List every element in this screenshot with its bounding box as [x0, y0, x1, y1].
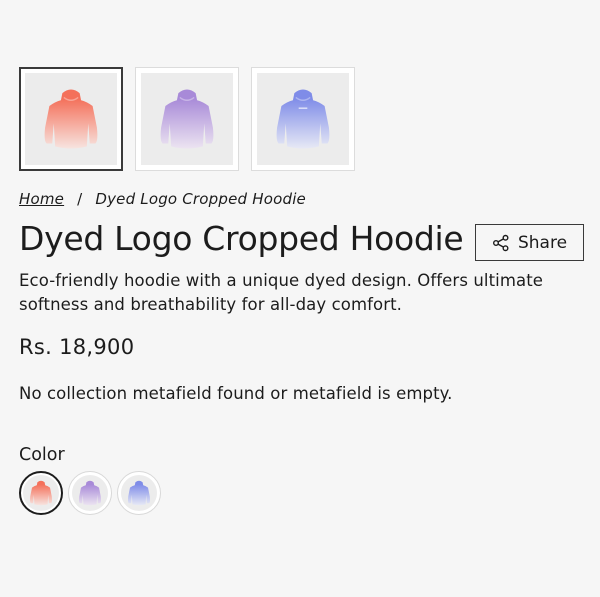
share-icon — [492, 234, 509, 251]
color-swatch-coral[interactable] — [19, 471, 63, 515]
thumbnail-coral[interactable] — [19, 67, 123, 171]
hoodie-swatch-image — [79, 480, 101, 506]
color-swatch-lavender[interactable] — [68, 471, 112, 515]
color-swatch-periwinkle[interactable] — [117, 471, 161, 515]
thumbnail-periwinkle[interactable] — [251, 67, 355, 171]
breadcrumb-current: Dyed Logo Cropped Hoodie — [95, 190, 306, 208]
thumbnail-lavender[interactable] — [135, 67, 239, 171]
hoodie-swatch-image — [30, 480, 52, 506]
hoodie-swatch-image — [128, 480, 150, 506]
share-label: Share — [517, 232, 568, 253]
share-button[interactable]: Share — [475, 224, 584, 261]
hoodie-image — [44, 89, 98, 149]
hoodie-image — [276, 89, 330, 149]
breadcrumb-home-link[interactable]: Home — [19, 190, 64, 208]
metafield-message: No collection metafield found or metafie… — [19, 384, 453, 403]
product-description: Eco-friendly hoodie with a unique dyed d… — [19, 271, 544, 314]
breadcrumb: Home / Dyed Logo Cropped Hoodie — [19, 190, 306, 208]
product-title: Dyed Logo Cropped Hoodie — [19, 219, 464, 258]
breadcrumb-separator: / — [77, 190, 83, 208]
color-swatches — [19, 471, 161, 515]
product-price: Rs. 18,900 — [19, 335, 135, 359]
color-option-label: Color — [19, 445, 65, 465]
hoodie-image — [160, 89, 214, 149]
product-gallery-thumbnails — [19, 67, 355, 171]
product-page: Home / Dyed Logo Cropped Hoodie Dyed Log… — [0, 0, 600, 597]
